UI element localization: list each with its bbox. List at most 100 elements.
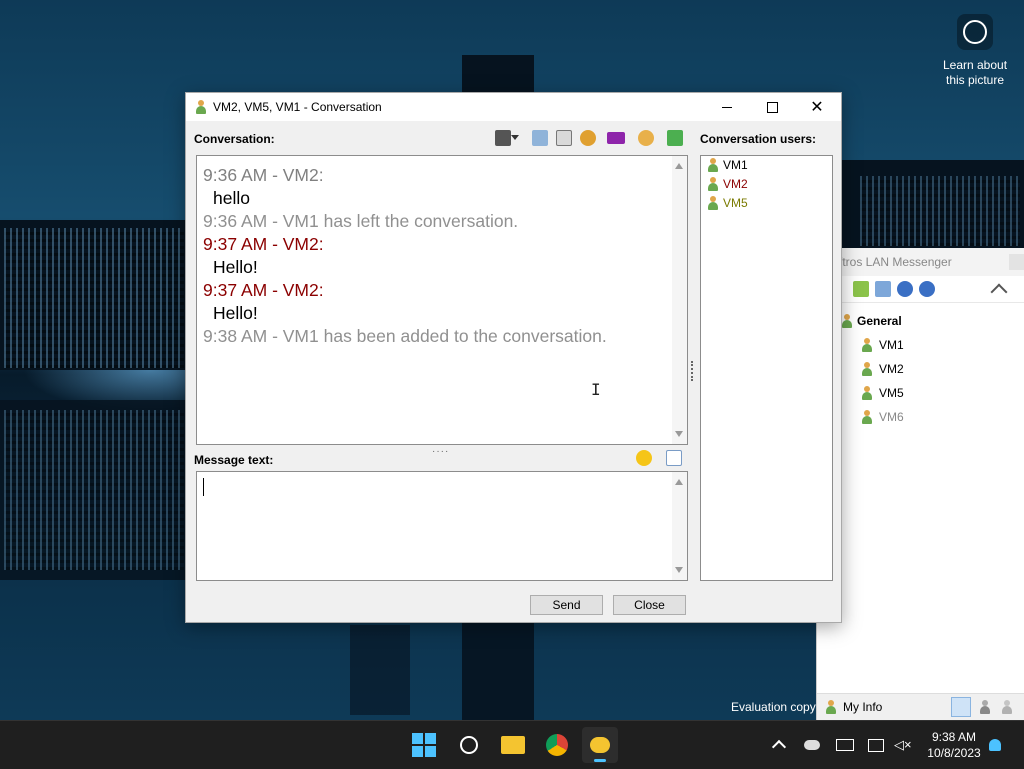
status-offline-icon[interactable] bbox=[1001, 700, 1013, 714]
learn-about-picture-label: Learn about this picture bbox=[942, 58, 1008, 87]
text-caret bbox=[203, 478, 204, 496]
volume-tray[interactable]: ◁× bbox=[894, 721, 912, 769]
collapse-toolbar-icon[interactable] bbox=[990, 283, 1008, 301]
close-window-button[interactable]: ✕ bbox=[794, 93, 840, 121]
main-close-button[interactable] bbox=[1009, 254, 1024, 270]
conversation-user-vm5[interactable]: VM5 bbox=[707, 196, 748, 210]
notifications-button[interactable] bbox=[989, 721, 1001, 769]
scroll-up-icon[interactable] bbox=[675, 479, 683, 485]
group-general[interactable]: General bbox=[841, 314, 902, 328]
network-tray[interactable] bbox=[868, 721, 884, 769]
contact-vm5[interactable]: VM5 bbox=[861, 386, 904, 400]
learn-about-picture[interactable]: Learn about this picture bbox=[936, 14, 1014, 88]
scroll-down-icon[interactable] bbox=[675, 567, 683, 573]
show-hidden-icons[interactable] bbox=[771, 721, 787, 769]
start-button[interactable] bbox=[406, 727, 442, 763]
history-icon[interactable] bbox=[875, 281, 891, 297]
main-window-title: ftros LAN Messenger bbox=[817, 248, 1024, 276]
chevron-up-icon bbox=[771, 739, 787, 755]
add-group-icon[interactable] bbox=[853, 281, 869, 297]
message-text: Hello! bbox=[213, 303, 258, 323]
user-icon bbox=[861, 362, 873, 376]
conversation-scrollbar[interactable] bbox=[672, 156, 687, 444]
scroll-up-icon[interactable] bbox=[675, 163, 683, 169]
file-explorer-icon bbox=[501, 736, 525, 754]
minimize-button[interactable] bbox=[704, 93, 750, 121]
send-file-icon[interactable] bbox=[667, 130, 683, 146]
emoticon-icon[interactable] bbox=[636, 450, 652, 466]
group-icon bbox=[841, 314, 853, 328]
message-input[interactable] bbox=[196, 471, 688, 581]
keyboard-tray[interactable] bbox=[836, 721, 854, 769]
vertical-splitter[interactable] bbox=[691, 361, 697, 381]
conversation-window: VM2, VM5, VM1 - Conversation ✕ Conversat… bbox=[185, 92, 842, 623]
close-button[interactable]: Close bbox=[613, 595, 686, 615]
file-explorer-button[interactable] bbox=[495, 727, 531, 763]
close-icon: ✕ bbox=[810, 99, 824, 116]
main-toolbar bbox=[817, 276, 1024, 303]
history-icon[interactable] bbox=[532, 130, 548, 146]
network-icon bbox=[868, 738, 884, 752]
contact-name: VM1 bbox=[879, 338, 904, 352]
contact-name: VM2 bbox=[879, 362, 904, 376]
taskbar: ◁× 9:38 AM 10/8/2023 bbox=[0, 720, 1024, 769]
add-user-icon[interactable] bbox=[638, 130, 654, 146]
chrome-button[interactable] bbox=[539, 727, 575, 763]
contact-name: VM6 bbox=[879, 410, 904, 424]
status-online-button[interactable] bbox=[951, 697, 971, 717]
conversation-users-label: Conversation users: bbox=[700, 132, 817, 146]
app-icon bbox=[195, 100, 207, 114]
message-header: 9:37 AM - VM2: bbox=[203, 234, 324, 254]
contact-name: VM5 bbox=[879, 386, 904, 400]
chevron-down-icon[interactable] bbox=[511, 135, 519, 140]
messenger-main-window: ftros LAN Messenger General VM1 VM2 VM5 … bbox=[816, 248, 1024, 720]
status-away-icon[interactable] bbox=[979, 700, 991, 714]
contact-vm1[interactable]: VM1 bbox=[861, 338, 904, 352]
mouse-cursor: I bbox=[591, 380, 601, 399]
conversation-label: Conversation: bbox=[194, 132, 275, 146]
volume-muted-icon: ◁× bbox=[894, 737, 912, 752]
my-info-label[interactable]: My Info bbox=[843, 700, 882, 714]
info-icon[interactable] bbox=[919, 281, 935, 297]
lan-messenger-button[interactable] bbox=[582, 727, 618, 763]
maximize-button[interactable] bbox=[749, 93, 795, 121]
help-icon[interactable] bbox=[897, 281, 913, 297]
keyboard-icon bbox=[836, 739, 854, 751]
conversation-user-vm2[interactable]: VM2 bbox=[707, 177, 748, 191]
user-icon bbox=[861, 338, 873, 352]
message-list: 9:36 AM - VM2: hello 9:36 AM - VM1 has l… bbox=[203, 164, 607, 348]
group-label: General bbox=[857, 314, 902, 328]
active-indicator bbox=[594, 759, 606, 762]
clock-time: 9:38 AM bbox=[931, 730, 977, 744]
onedrive-tray[interactable] bbox=[804, 721, 820, 769]
system-message: 9:38 AM - VM1 has been added to the conv… bbox=[203, 326, 607, 346]
save-icon[interactable] bbox=[556, 130, 572, 146]
bell-icon bbox=[989, 739, 1001, 751]
scroll-down-icon[interactable] bbox=[675, 431, 683, 437]
edit-font-icon[interactable] bbox=[666, 450, 682, 466]
send-button[interactable]: Send bbox=[530, 595, 603, 615]
conversation-user-vm1[interactable]: VM1 bbox=[707, 158, 748, 172]
font-style-icon[interactable] bbox=[495, 130, 511, 146]
splitter-grip[interactable]: ···· bbox=[432, 446, 449, 457]
lan-messenger-icon bbox=[590, 737, 610, 753]
message-header: 9:37 AM - VM2: bbox=[203, 280, 324, 300]
input-scrollbar[interactable] bbox=[672, 472, 687, 580]
chrome-icon bbox=[546, 734, 568, 756]
evaluation-watermark: Evaluation copy bbox=[731, 700, 816, 714]
clock-date: 10/8/2023 bbox=[927, 746, 981, 760]
user-icon bbox=[707, 177, 719, 191]
user-name: VM5 bbox=[723, 196, 748, 210]
message-header: 9:36 AM - VM2: bbox=[203, 165, 324, 185]
message-text-label: Message text: bbox=[194, 453, 274, 467]
contact-vm2[interactable]: VM2 bbox=[861, 362, 904, 376]
taskbar-clock[interactable]: 9:38 AM 10/8/2023 bbox=[918, 729, 990, 761]
cloud-icon bbox=[804, 740, 820, 750]
settings-icon[interactable] bbox=[580, 130, 596, 146]
system-message: 9:36 AM - VM1 has left the conversation. bbox=[203, 211, 519, 231]
conversation-pane[interactable]: 9:36 AM - VM2: hello 9:36 AM - VM1 has l… bbox=[196, 155, 688, 445]
conversation-users-list[interactable]: VM1 VM2 VM5 bbox=[700, 155, 833, 581]
contact-vm6[interactable]: VM6 bbox=[861, 410, 904, 424]
search-button[interactable] bbox=[451, 727, 487, 763]
video-call-icon[interactable] bbox=[607, 132, 625, 144]
